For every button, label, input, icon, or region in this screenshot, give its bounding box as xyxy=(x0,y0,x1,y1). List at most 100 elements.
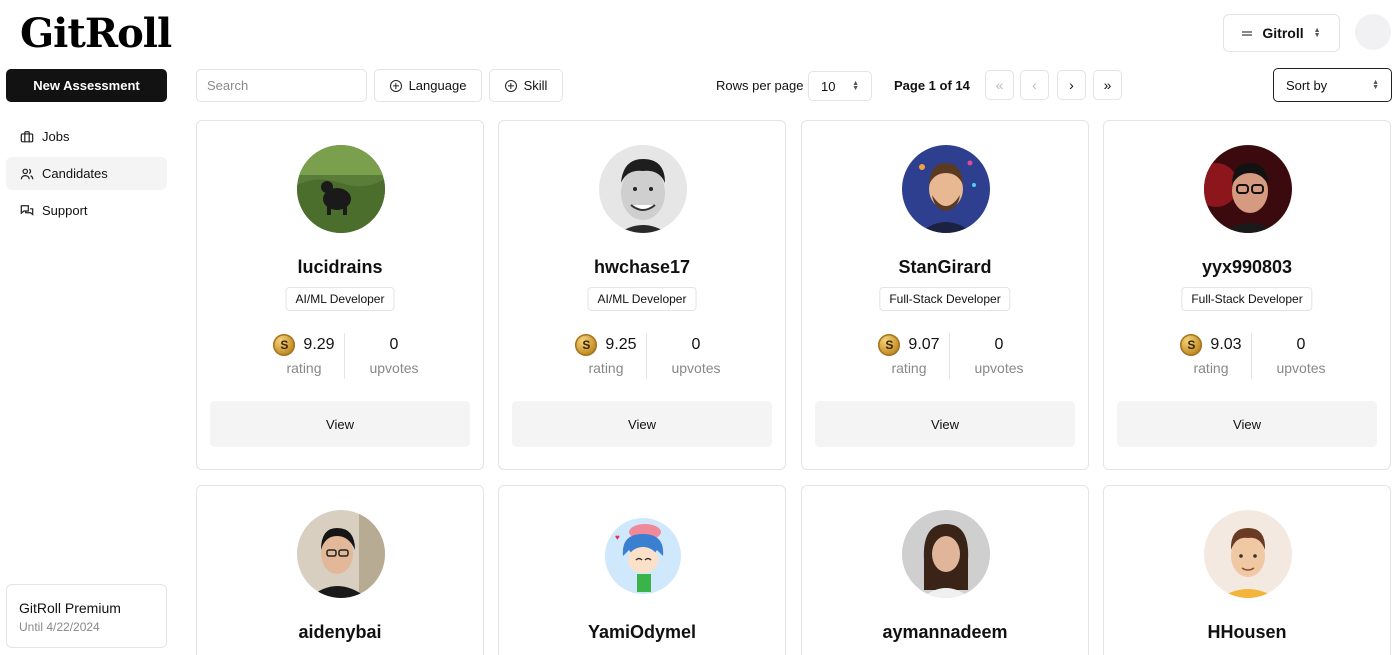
language-filter-label: Language xyxy=(408,78,467,93)
candidate-avatar xyxy=(902,145,990,233)
skill-filter-label: Skill xyxy=(523,78,548,93)
candidate-username[interactable]: lucidrains xyxy=(197,257,483,278)
rating-stat: S 9.07 rating xyxy=(866,332,952,376)
stat-divider xyxy=(1251,333,1252,379)
upvotes-label: upvotes xyxy=(1276,360,1326,376)
rating-stat: S 9.03 rating xyxy=(1168,332,1254,376)
account-switcher-button[interactable]: Gitroll ▲ ▼ xyxy=(1223,14,1340,52)
coin-icon: S xyxy=(1180,334,1203,356)
coin-icon: S xyxy=(878,334,901,356)
sidebar-item-label: Jobs xyxy=(42,129,70,144)
upvotes-stat: 0 upvotes xyxy=(1256,332,1346,376)
rows-per-page-select[interactable]: 10 ▲ ▼ xyxy=(808,71,872,101)
role-badge: Full-Stack Developer xyxy=(879,287,1011,311)
rating-stat: S 9.25 rating xyxy=(563,332,649,376)
app-logo: GitRoll xyxy=(20,10,172,57)
chevrons-left-icon: « xyxy=(995,77,1004,93)
messages-icon xyxy=(20,204,34,216)
candidate-username[interactable]: aymannadeem xyxy=(802,622,1088,643)
candidate-card: StanGirard Full-Stack Developer S 9.07 ra… xyxy=(801,120,1089,470)
upvotes-stat: 0 upvotes xyxy=(651,332,741,376)
stat-divider xyxy=(344,333,345,379)
svg-text:♥: ♥ xyxy=(615,533,620,542)
account-label: Gitroll xyxy=(1262,25,1304,41)
sort-by-select[interactable]: Sort by ▲ ▼ xyxy=(1273,68,1392,102)
rating-value: 9.25 xyxy=(605,336,637,353)
premium-title: GitRoll Premium xyxy=(19,600,121,616)
previous-page-button[interactable]: ‹ xyxy=(1020,70,1049,100)
stat-divider xyxy=(949,333,950,379)
candidate-card: aidenybai xyxy=(196,485,484,655)
search-input[interactable] xyxy=(196,69,367,102)
upvotes-value: 0 xyxy=(994,336,1004,353)
role-badge: AI/ML Developer xyxy=(587,287,697,311)
coin-icon: S xyxy=(575,334,598,356)
upvotes-label: upvotes xyxy=(369,360,419,376)
chevron-right-icon: › xyxy=(1069,77,1074,93)
candidate-avatar: ♥ xyxy=(599,510,687,598)
chevron-updown-icon: ▲ ▼ xyxy=(1313,27,1321,39)
candidate-avatar xyxy=(599,145,687,233)
candidate-card: HHousen xyxy=(1103,485,1391,655)
candidate-avatar xyxy=(902,510,990,598)
view-candidate-button[interactable]: View xyxy=(512,401,772,447)
candidate-card: lucidrains AI/ML Developer S 9.29 rating … xyxy=(196,120,484,470)
account-icon xyxy=(1242,30,1253,36)
chevrons-right-icon: » xyxy=(1103,77,1112,93)
candidate-username[interactable]: aidenybai xyxy=(197,622,483,643)
new-assessment-button[interactable]: New Assessment xyxy=(6,69,167,102)
view-candidate-button[interactable]: View xyxy=(815,401,1075,447)
candidate-username[interactable]: yyx990803 xyxy=(1104,257,1390,278)
chevron-updown-icon: ▲ ▼ xyxy=(852,80,859,92)
upvotes-label: upvotes xyxy=(671,360,721,376)
upvotes-stat: 0 upvotes xyxy=(349,332,439,376)
next-page-button[interactable]: › xyxy=(1057,70,1086,100)
candidate-card: ♥ YamiOdymel xyxy=(498,485,786,655)
stat-divider xyxy=(646,333,647,379)
plus-circle-icon xyxy=(389,79,402,92)
candidate-card: yyx990803 Full-Stack Developer S 9.03 rat… xyxy=(1103,120,1391,470)
users-icon xyxy=(20,168,34,179)
view-candidate-button[interactable]: View xyxy=(1117,401,1377,447)
sidebar-item-candidates[interactable]: Candidates xyxy=(6,157,167,190)
rating-label: rating xyxy=(891,360,927,376)
candidate-username[interactable]: hwchase17 xyxy=(499,257,785,278)
candidate-username[interactable]: StanGirard xyxy=(802,257,1088,278)
candidate-card: hwchase17 AI/ML Developer S 9.25 rating 0… xyxy=(498,120,786,470)
language-filter-button[interactable]: Language xyxy=(374,69,482,102)
plus-circle-icon xyxy=(504,79,517,92)
premium-expiry: Until 4/22/2024 xyxy=(19,620,100,634)
upvotes-value: 0 xyxy=(389,336,399,353)
candidate-avatar xyxy=(297,145,385,233)
sidebar-nav: Jobs Candidates Support xyxy=(6,120,167,231)
user-avatar[interactable] xyxy=(1355,14,1391,50)
first-page-button[interactable]: « xyxy=(985,70,1014,100)
upvotes-stat: 0 upvotes xyxy=(954,332,1044,376)
candidate-avatar xyxy=(1204,510,1292,598)
page-indicator: Page 1 of 14 xyxy=(894,78,970,93)
candidate-username[interactable]: YamiOdymel xyxy=(499,622,785,643)
upvotes-value: 0 xyxy=(1296,336,1306,353)
skill-filter-button[interactable]: Skill xyxy=(489,69,563,102)
chevron-left-icon: ‹ xyxy=(1032,77,1037,93)
role-badge: Full-Stack Developer xyxy=(1181,287,1313,311)
view-candidate-button[interactable]: View xyxy=(210,401,470,447)
sidebar-item-jobs[interactable]: Jobs xyxy=(6,120,167,153)
chevron-updown-icon: ▲ ▼ xyxy=(1372,79,1379,91)
sidebar-item-label: Support xyxy=(42,203,88,218)
upvotes-value: 0 xyxy=(691,336,701,353)
last-page-button[interactable]: » xyxy=(1093,70,1122,100)
premium-status-card[interactable]: GitRoll Premium Until 4/22/2024 xyxy=(6,584,167,648)
rating-label: rating xyxy=(588,360,624,376)
rating-value: 9.07 xyxy=(908,336,940,353)
rating-value: 9.03 xyxy=(1210,336,1242,353)
candidate-avatar xyxy=(297,510,385,598)
sidebar-item-support[interactable]: Support xyxy=(6,194,167,227)
candidate-card: aymannadeem xyxy=(801,485,1089,655)
rating-value: 9.29 xyxy=(303,336,335,353)
briefcase-icon xyxy=(20,130,34,142)
candidate-username[interactable]: HHousen xyxy=(1104,622,1390,643)
rows-per-page-label: Rows per page xyxy=(716,78,804,93)
coin-icon: S xyxy=(273,334,296,356)
sort-by-label: Sort by xyxy=(1286,77,1328,93)
